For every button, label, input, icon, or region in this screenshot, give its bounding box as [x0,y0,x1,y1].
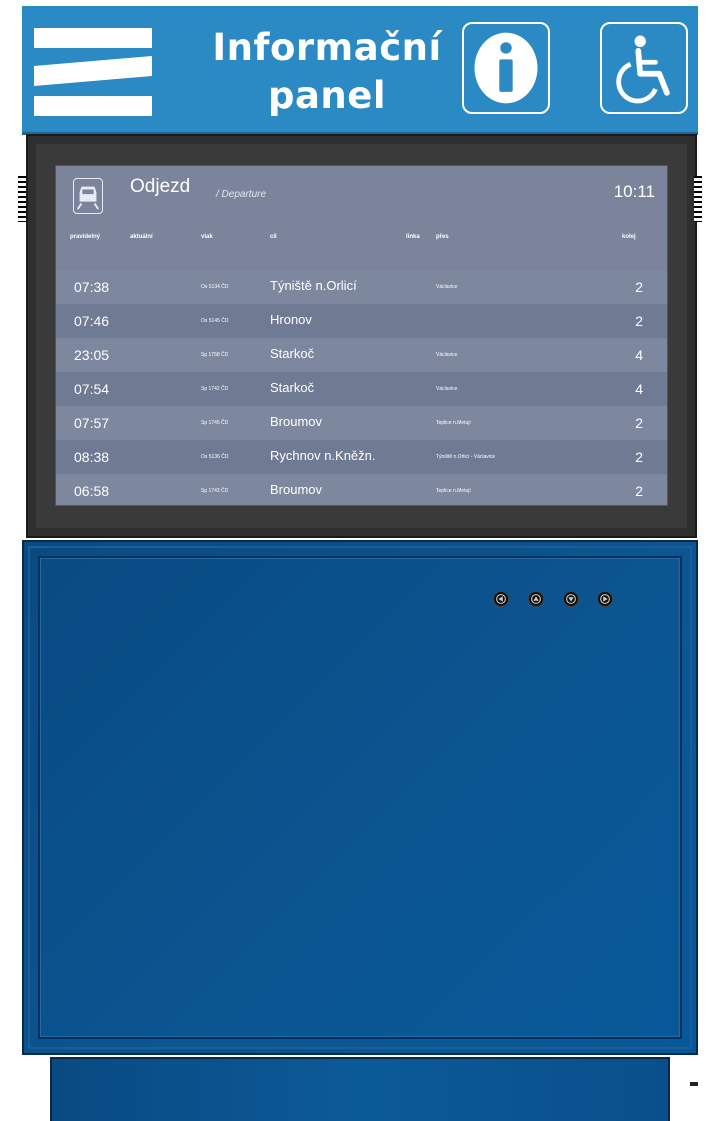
pedestal [50,1057,670,1121]
via: Václavice [436,284,458,290]
display-title: Odjezd [130,176,191,197]
departure-display: Odjezd / Departure 10:11 pravidelný aktu… [55,165,668,506]
display-header: Odjezd / Departure 10:11 [56,166,667,222]
platform: 2 [635,449,643,465]
nav-left-button[interactable] [493,591,509,607]
display-clock: 10:11 [613,182,655,201]
train-number: Sp 1758 ČD [201,352,229,358]
table-row: 07:54 Sp 1742 ČD Starkoč Václavice 4 [56,372,667,406]
destination: Starkoč [270,346,315,361]
departure-time: 07:46 [74,313,110,329]
table-row: 07:38 Os 5134 ČD Týniště n.Orlicí Václav… [56,270,667,304]
up-arrow-icon [531,594,541,604]
platform: 2 [635,279,643,295]
via: Václavice [436,352,458,358]
right-arrow-icon [600,594,610,604]
via: Václavice [436,386,458,392]
accessibility-button[interactable] [600,22,688,114]
destination: Rychnov n.Kněžn. [270,448,376,463]
train-number: Os 5134 ČD [201,284,229,290]
side-latch [690,1082,698,1086]
train-number: Os 5145 ČD [201,318,229,324]
platform: 2 [635,313,643,329]
title-line-1: Informační [212,26,442,69]
platform: 2 [635,415,643,431]
train-number: Sp 1742 ČD [201,386,229,392]
table-row: 07:46 Os 5145 ČD Hronov 2 [56,304,667,338]
col-destination: cíl [270,234,277,240]
title-line-2: panel [267,74,387,117]
col-train: vlak [201,234,213,240]
departure-time: 08:38 [74,449,110,465]
nav-up-button[interactable] [528,591,544,607]
display-subtitle: / Departure [216,189,267,200]
platform: 4 [635,347,643,363]
wheelchair-icon [616,35,670,104]
via: Teplice n.Metují [436,420,471,426]
cabinet-panel [38,556,682,1039]
departure-time: 23:05 [74,347,110,363]
left-vent [18,176,26,222]
destination: Broumov [270,482,323,497]
train-icon [73,178,103,214]
via: Teplice n.Metují [436,488,471,494]
info-button[interactable] [462,22,550,114]
destination: Týniště n.Orlicí [270,278,357,293]
cd-logo-icon [34,28,152,116]
departure-time: 07:38 [74,279,110,295]
left-arrow-icon [496,594,506,604]
platform: 2 [635,483,643,499]
table-row: 07:57 Sp 1745 ČD Broumov Teplice n.Metuj… [56,406,667,440]
platform: 4 [635,381,643,397]
destination: Starkoč [270,380,315,395]
lower-cabinet [22,540,698,1055]
departure-time: 06:58 [74,483,110,499]
train-number: Os 5136 ČD [201,454,229,460]
train-number: Sp 1745 ČD [201,420,229,426]
table-row: 23:05 Sp 1758 ČD Starkoč Václavice 4 [56,338,667,372]
departure-time: 07:57 [74,415,110,431]
nav-down-button[interactable] [563,591,579,607]
right-vent [694,176,702,222]
page-title: Informační panel [192,24,462,120]
departure-time: 07:54 [74,381,110,397]
departure-list: 07:38 Os 5134 ČD Týniště n.Orlicí Václav… [56,270,667,505]
table-row: 08:38 Os 5136 ČD Rychnov n.Kněžn. Týništ… [56,440,667,474]
col-scheduled: pravidelný [70,234,101,240]
col-actual: aktuální [130,234,153,240]
destination: Hronov [270,312,312,327]
via: Týniště n.Orlicí - Václavice [436,454,496,460]
nav-right-button[interactable] [597,591,613,607]
col-via: přes [436,234,449,240]
table-row: 06:58 Sp 1743 ČD Broumov Teplice n.Metuj… [56,474,667,505]
train-number: Sp 1743 ČD [201,488,229,494]
destination: Broumov [270,414,323,429]
info-icon [474,32,538,104]
header-banner: Informační panel [22,6,698,135]
col-platform: kolej [622,234,636,240]
down-arrow-icon [566,594,576,604]
col-line: linka [406,234,420,240]
